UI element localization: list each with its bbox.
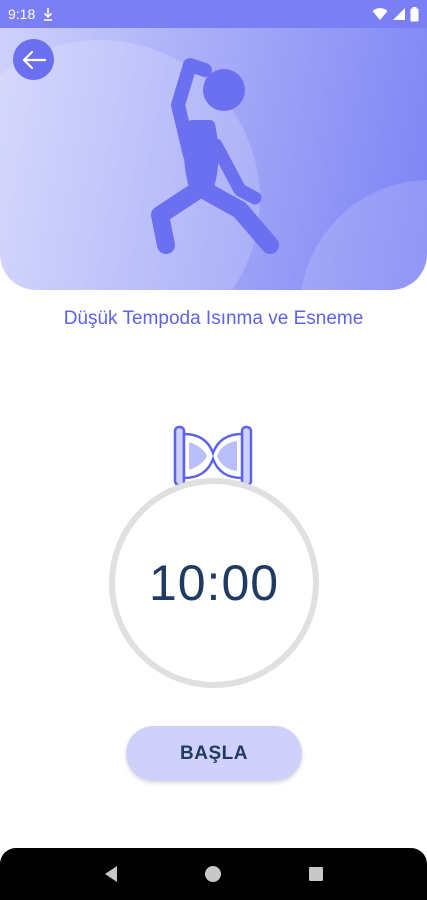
header-hero [0,0,427,290]
hero-decoration-circle [300,180,427,290]
home-circle-icon [205,866,222,882]
back-triangle-icon [105,866,118,882]
start-button-label: BAŞLA [180,742,248,764]
workout-title: Düşük Tempoda Isınma ve Esneme [63,308,364,329]
start-button[interactable]: BAŞLA [126,726,302,781]
stretching-person-icon [151,58,279,254]
signal-icon [393,8,405,20]
wifi-icon [372,8,388,20]
timer-circle: 10:00 [109,478,319,688]
status-time: 9:18 [8,6,36,22]
back-button[interactable] [13,39,54,80]
arrow-left-icon [22,50,46,69]
nav-back-button[interactable] [91,854,131,894]
nav-recents-button[interactable] [296,854,336,894]
nav-home-button[interactable] [193,854,233,894]
system-nav-bar [0,848,427,900]
recents-square-icon [308,867,323,881]
timer-display: 10:00 [148,555,280,611]
download-icon [44,8,53,21]
status-bar: 9:18 [0,0,427,28]
battery-icon [410,6,419,21]
